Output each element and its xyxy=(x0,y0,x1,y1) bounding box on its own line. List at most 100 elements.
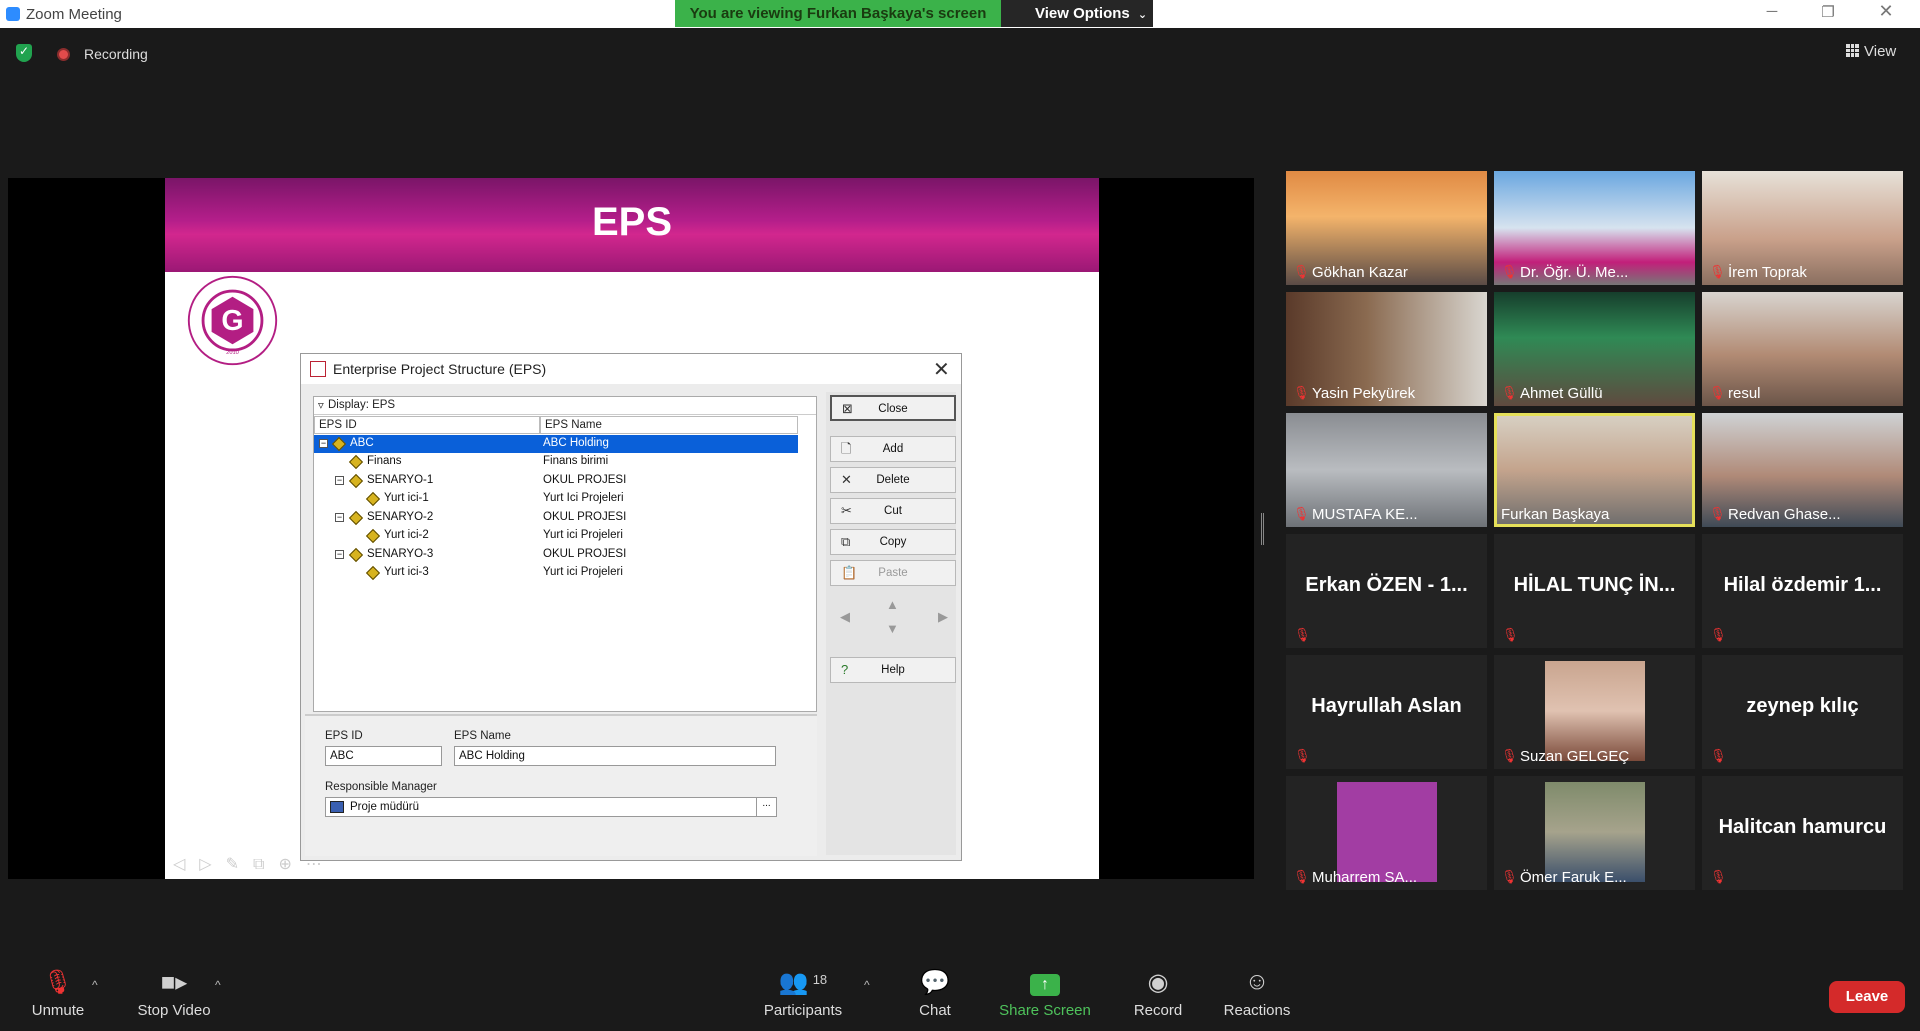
profile-photo xyxy=(1545,782,1645,882)
view-label: View xyxy=(1864,43,1897,60)
tree-row[interactable]: Yurt ici-2 Yurt ici Projeleri xyxy=(314,527,798,545)
participant-tile[interactable]: Furkan Başkaya xyxy=(1494,413,1695,527)
video-camera-icon: ■▸ xyxy=(160,969,188,996)
grid-icon xyxy=(1846,44,1859,57)
participants-button[interactable]: 👥 18 Participants xyxy=(760,968,846,1019)
chevron-up-icon[interactable]: ^ xyxy=(215,978,221,992)
participant-tile[interactable]: 🎙 Suzan GELGEÇ xyxy=(1494,655,1695,769)
cut-button[interactable]: ✂ Cut xyxy=(830,498,956,524)
recording-label: Recording xyxy=(84,46,148,62)
col-header-eps-id[interactable]: EPS ID xyxy=(314,416,540,434)
panel-splitter[interactable] xyxy=(1261,513,1264,545)
collapse-icon[interactable]: − xyxy=(319,439,328,448)
participant-tile[interactable]: 🎙 İrem Toprak xyxy=(1702,171,1903,285)
muted-mic-icon: 🎙 xyxy=(1709,264,1726,279)
eps-id-label: EPS ID xyxy=(325,730,363,742)
tree-row[interactable]: Finans Finans birimi xyxy=(314,453,798,471)
view-options-button[interactable]: View Options ⌄ xyxy=(1001,0,1153,27)
collapse-icon[interactable]: − xyxy=(335,550,344,559)
add-button[interactable]: 🗋 Add xyxy=(830,436,956,462)
close-button[interactable]: ⊠ Close xyxy=(830,395,956,421)
chevron-up-icon[interactable]: ^ xyxy=(864,978,870,992)
eps-app-icon xyxy=(310,361,326,377)
minimize-button[interactable]: ─ xyxy=(1760,3,1784,23)
browse-button[interactable]: ... xyxy=(756,798,776,816)
chevron-up-icon[interactable]: ^ xyxy=(92,978,98,992)
participant-tile[interactable]: Hilal özdemir 1... 🎙 xyxy=(1702,534,1903,648)
tree-row[interactable]: − SENARYO-2 OKUL PROJESI xyxy=(314,509,798,527)
arrow-up-icon[interactable]: ▲ xyxy=(886,597,899,612)
participant-tile[interactable]: 🎙 Redvan Ghase... xyxy=(1702,413,1903,527)
unmute-button[interactable]: 🎙 Unmute xyxy=(26,968,90,1019)
participant-tile[interactable]: 🎙 Ahmet Güllü xyxy=(1494,292,1695,406)
restore-button[interactable]: ❐ xyxy=(1816,3,1840,23)
participant-tile[interactable]: HİLAL TUNÇ İN... 🎙 xyxy=(1494,534,1695,648)
delete-x-icon: ✕ xyxy=(841,472,852,487)
arrow-right-icon[interactable]: ▶ xyxy=(938,609,948,625)
security-shield-icon[interactable] xyxy=(16,44,32,62)
participant-tile[interactable]: Erkan ÖZEN - 1... 🎙 xyxy=(1286,534,1487,648)
collapse-icon[interactable]: − xyxy=(335,476,344,485)
share-screen-button[interactable]: ↑ Share Screen xyxy=(997,968,1093,1019)
eps-id-field[interactable]: ABC xyxy=(325,746,442,766)
participant-name: Furkan Başkaya xyxy=(1501,506,1610,523)
display-label: Display: EPS xyxy=(328,399,396,411)
paste-button[interactable]: 📋 Paste xyxy=(830,560,956,586)
tree-row[interactable]: − ABC ABC Holding xyxy=(314,435,798,453)
reactions-button[interactable]: ☺ Reactions xyxy=(1220,968,1294,1019)
move-arrows: ◀ ▲ ▼ ▶ xyxy=(830,597,956,641)
muted-mic-icon: 🎙 xyxy=(1501,748,1518,763)
participant-tile[interactable]: 🎙 Ömer Faruk E... xyxy=(1494,776,1695,890)
view-layout-button[interactable]: View xyxy=(1846,43,1896,60)
chat-label: Chat xyxy=(919,1002,951,1019)
col-header-label: EPS Name xyxy=(545,419,602,431)
leave-button[interactable]: Leave xyxy=(1829,981,1905,1013)
row-eps-id: SENARYO-3 xyxy=(367,548,434,560)
muted-mic-icon: 🎙 xyxy=(1709,506,1726,521)
copy-button[interactable]: ⧉ Copy xyxy=(830,529,956,555)
close-icon[interactable]: ✕ xyxy=(933,357,950,382)
participant-tile[interactable]: 🎙 Yasin Pekyürek xyxy=(1286,292,1487,406)
col-header-eps-name[interactable]: EPS Name xyxy=(540,416,798,434)
tree-row[interactable]: − SENARYO-1 OKUL PROJESI xyxy=(314,472,798,490)
tree-row[interactable]: Yurt ici-1 Yurt Ici Projeleri xyxy=(314,490,798,508)
participant-tile[interactable]: Halitcan hamurcu 🎙 xyxy=(1702,776,1903,890)
participant-name: Ahmet Güllü xyxy=(1520,385,1603,402)
participant-tile[interactable]: zeynep kılıç 🎙 xyxy=(1702,655,1903,769)
help-button[interactable]: ? Help xyxy=(830,657,956,683)
tree-row[interactable]: − SENARYO-3 OKUL PROJESI xyxy=(314,546,798,564)
chat-button[interactable]: 💬 Chat xyxy=(910,968,960,1019)
tree-row[interactable]: Yurt ici-3 Yurt ici Projeleri xyxy=(314,564,798,582)
participant-tile[interactable]: Hayrullah Aslan 🎙 xyxy=(1286,655,1487,769)
share-screen-label: Share Screen xyxy=(999,1002,1091,1019)
arrow-left-icon[interactable]: ◀ xyxy=(840,609,850,625)
close-window-button[interactable]: ✕ xyxy=(1874,1,1898,21)
row-eps-name: OKUL PROJESI xyxy=(543,511,627,523)
svg-text:G: G xyxy=(221,305,243,337)
responsible-manager-label: Responsible Manager xyxy=(325,781,437,793)
row-eps-name: ABC Holding xyxy=(543,437,609,449)
eps-dialog-titlebar: Enterprise Project Structure (EPS) ✕ xyxy=(301,354,961,384)
participant-name: Hilal özdemir 1... xyxy=(1723,574,1882,596)
participant-tile[interactable]: 🎙 MUSTAFA KE... xyxy=(1286,413,1487,527)
muted-mic-icon: 🎙 xyxy=(1501,264,1518,279)
responsible-manager-field[interactable]: Proje müdürü ... xyxy=(325,797,777,817)
delete-button[interactable]: ✕ Delete xyxy=(830,467,956,493)
row-eps-name: Yurt Ici Projeleri xyxy=(543,492,624,504)
paste-icon: 📋 xyxy=(841,565,858,580)
add-page-icon: 🗋 xyxy=(841,441,852,456)
participants-count: 18 xyxy=(812,972,828,987)
participant-tile[interactable]: 🎙 Dr. Öğr. Ü. Me... xyxy=(1494,171,1695,285)
collapse-icon[interactable]: − xyxy=(335,513,344,522)
participant-tile[interactable]: 🎙 Gökhan Kazar xyxy=(1286,171,1487,285)
display-bar[interactable]: ▿ Display: EPS xyxy=(314,397,816,415)
participant-name: Halitcan hamurcu xyxy=(1718,816,1887,838)
muted-mic-icon: 🎙 xyxy=(1293,385,1310,400)
muted-mic-icon: 🎙 xyxy=(42,969,74,996)
arrow-down-icon[interactable]: ▼ xyxy=(886,621,899,636)
record-button[interactable]: ◉ Record xyxy=(1130,968,1186,1019)
stop-video-button[interactable]: ■▸ Stop Video xyxy=(134,968,214,1019)
participant-tile[interactable]: 🎙 resul xyxy=(1702,292,1903,406)
participant-tile[interactable]: 🎙 Muharrem SA... xyxy=(1286,776,1487,890)
eps-name-field[interactable]: ABC Holding xyxy=(454,746,776,766)
